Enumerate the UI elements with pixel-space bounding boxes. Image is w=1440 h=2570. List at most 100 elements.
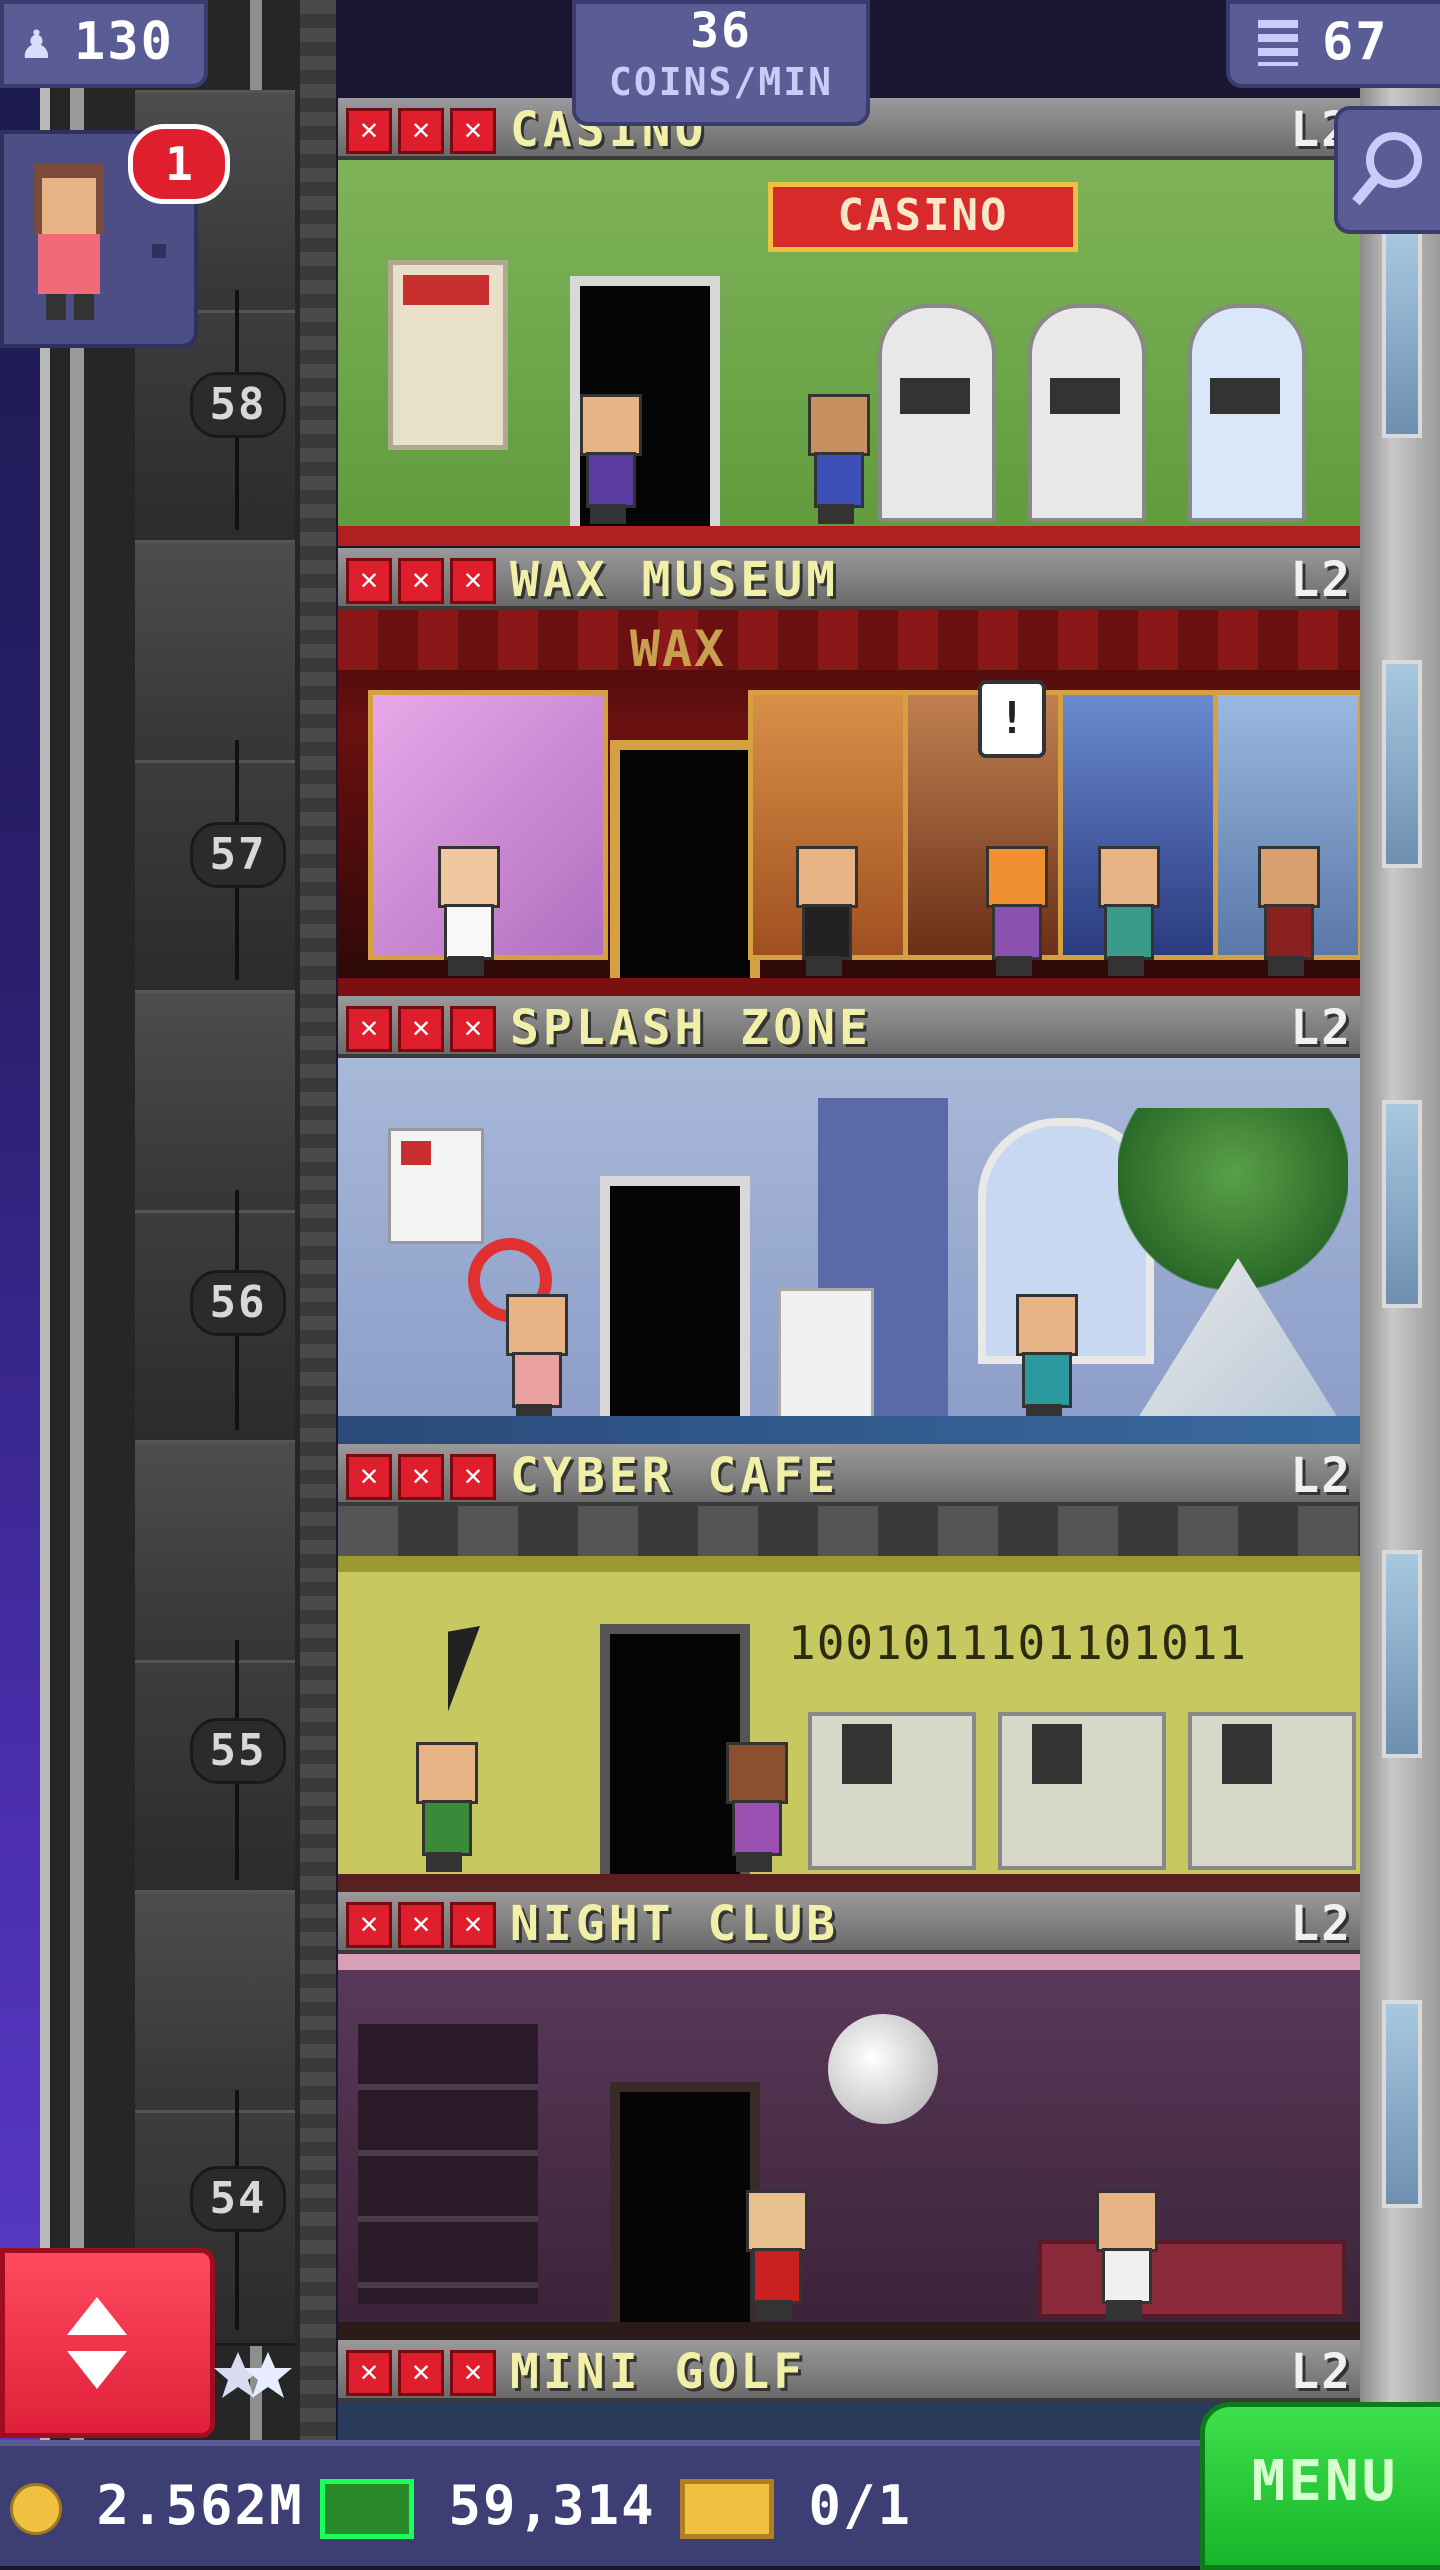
floor-cyber-cafe[interactable]: ✕ ✕ ✕ CYBER CAFE L2 1001011101101011 [338,1444,1360,1894]
empty-star-icon: ✕ [346,1902,392,1948]
person[interactable] [1088,2190,1158,2320]
alert-icon[interactable]: ! [978,680,1046,758]
empty-star-icon: ✕ [398,558,444,604]
beach-chair [778,1288,874,1424]
empty-star-icon: ✕ [450,1454,496,1500]
floor-casino[interactable]: ✕ ✕ ✕ CASINO L2 CASINO [338,98,1360,546]
population-value: 130 [74,12,174,72]
shaft-segment [135,990,295,1216]
floor-number-54: 54 [190,2166,286,2232]
person[interactable] [978,846,1048,976]
bux-stat[interactable]: 59,314 [320,2446,656,2566]
building-window [1382,1550,1422,1758]
floor-wax-museum[interactable]: ✕ ✕ ✕ WAX MUSEUM L2 WAX ! [338,548,1360,998]
computer-desk [1188,1712,1356,1870]
empty-star-icon: ✕ [346,108,392,154]
empty-star-icon: ✕ [398,2350,444,2396]
empty-star-icon: ✕ [346,2350,392,2396]
tickets-stat[interactable]: 0/1 [680,2446,912,2566]
person[interactable] [738,2190,808,2320]
floor-number-58: 58 [190,372,286,438]
zoom-button[interactable] [1334,106,1440,234]
shaft-rail-inner [70,0,84,2440]
building-left-column [300,0,336,2440]
wax-figure [1250,846,1320,976]
floor-level: L2 [1290,552,1352,608]
shaft-segment [135,540,295,766]
floor-splash-zone[interactable]: ✕ ✕ ✕ SPLASH ZONE L2 [338,996,1360,1446]
floor-stars: ✕ ✕ ✕ [346,108,496,154]
empty-star-icon: ✕ [398,108,444,154]
person[interactable] [572,394,642,524]
floor-name: CYBER CAFE [510,1448,839,1504]
person[interactable] [498,1294,568,1424]
building-window [1382,660,1422,868]
building-window [1382,2000,1422,2208]
floor-counter[interactable]: 67 [1226,0,1440,88]
elevator-button[interactable] [0,2248,215,2438]
casino-room: CASINO [338,160,1360,546]
floor-stars: ✕ ✕ ✕ [346,1454,496,1500]
computer-desk [808,1712,976,1870]
person[interactable] [408,1742,478,1872]
pool-water [338,1416,1360,1446]
floor-night-club[interactable]: ✕ ✕ ✕ NIGHT CLUB L2 [338,1892,1360,2342]
coins-per-min-panel: 36 COINS/MIN [572,0,870,126]
person[interactable] [1008,1294,1078,1424]
empty-star-icon: ✕ [346,558,392,604]
empty-star-icon: ✕ [450,2350,496,2396]
casino-sign: CASINO [768,182,1078,252]
floor-stars: ✕ ✕ ✕ [346,1006,496,1052]
tickets-value: 0/1 [808,2474,913,2537]
floor-stars: ✕ ✕ ✕ [346,2350,496,2396]
room-floor [338,526,1360,546]
coins-stat[interactable]: 2.562M [10,2446,304,2566]
building-window [1382,1100,1422,1308]
population-counter[interactable]: ♟ 130 [0,0,208,88]
empty-star-icon: ✕ [450,1902,496,1948]
person-icon: ♟ [22,14,53,70]
empty-star-icon: ✕ [346,1454,392,1500]
binary-wall-text: 1001011101101011 [788,1616,1248,1670]
room-floor [338,1874,1360,1894]
computer-desk [998,1712,1166,1870]
splash-zone-room [338,1058,1360,1446]
floor-name: WAX MUSEUM [510,552,839,608]
floor-stars: ✕ ✕ ✕ [346,1902,496,1948]
wax-sign: WAX [629,620,727,678]
floor-header: ✕ ✕ ✕ NIGHT CLUB L2 [338,1892,1360,1954]
building-window [1382,230,1422,438]
wax-figure [788,846,858,976]
notification-badge: 1 [128,124,230,204]
lounge-sofa [1038,2240,1346,2318]
coins-per-min-label: COINS/MIN [609,60,833,104]
star-icon [244,2352,292,2398]
floor-level: L2 [1290,1896,1352,1952]
magnifier-icon [1352,132,1422,206]
up-down-arrows-icon [67,2297,127,2389]
shaft-segment [135,1440,295,1666]
person[interactable] [718,1742,788,1872]
cursor-icon [448,1620,512,1712]
person[interactable] [1090,846,1160,976]
floor-level: L2 [1290,1448,1352,1504]
floor-name: MINI GOLF [510,2344,807,2400]
floor-name: SPLASH ZONE [510,1000,872,1056]
floor-stars: ✕ ✕ ✕ [346,558,496,604]
slot-machine [1188,304,1306,522]
bux-value: 59,314 [448,2474,656,2537]
ticket-icon [680,2479,774,2540]
menu-button[interactable]: MENU [1200,2402,1440,2570]
bar-shelves [358,2024,538,2304]
coin-icon [10,2483,62,2536]
slot-machine [1028,304,1146,522]
room-door [600,1176,750,1426]
empty-star-icon: ✕ [450,1006,496,1052]
floor-number-57: 57 [190,822,286,888]
empty-star-icon: ✕ [398,1454,444,1500]
coins-value: 2.562M [96,2474,304,2537]
empty-star-icon: ✕ [450,108,496,154]
floor-number-55: 55 [190,1718,286,1784]
person[interactable] [800,394,870,524]
elevator-shaft[interactable]: 58 57 56 55 54 [40,0,335,2440]
